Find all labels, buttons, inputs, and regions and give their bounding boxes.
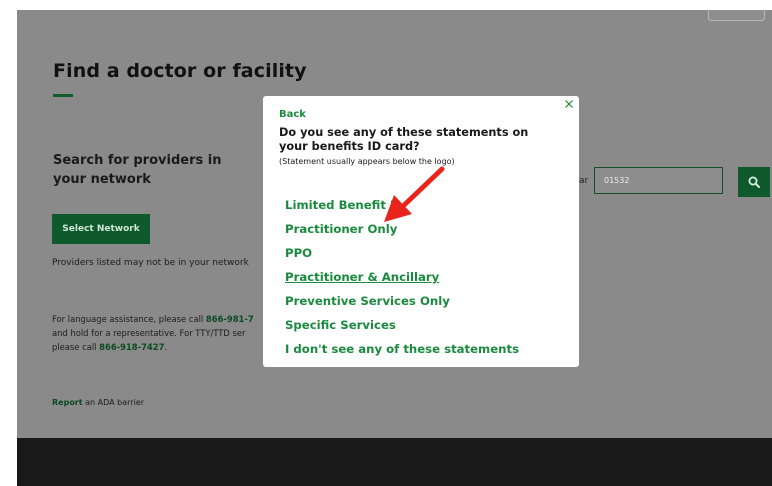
- modal-hint: (Statement usually appears below the log…: [279, 157, 455, 166]
- footer: [17, 438, 772, 486]
- search-heading: Search for providers in your network: [53, 153, 222, 187]
- language-help-line-3: please call 866-918-7427.: [52, 342, 168, 352]
- option-none-of-these[interactable]: I don't see any of these statements: [285, 342, 519, 356]
- ada-barrier-line: Report an ADA barrier: [52, 398, 144, 407]
- magnifier-icon: [748, 176, 760, 188]
- modal-back-link[interactable]: Back: [279, 109, 306, 120]
- select-network-button[interactable]: Select Network: [52, 214, 150, 244]
- tty-phone-link[interactable]: 866-918-7427: [99, 342, 164, 352]
- language-help-line-1: For language assistance, please call 866…: [52, 314, 254, 324]
- language-phone-link[interactable]: 866-981-7: [206, 314, 254, 324]
- network-note: Providers listed may not be in your netw…: [52, 258, 249, 268]
- option-practitioner-only[interactable]: Practitioner Only: [285, 222, 397, 236]
- option-preventive-services-only[interactable]: Preventive Services Only: [285, 294, 450, 308]
- page-title: Find a doctor or facility: [53, 60, 307, 82]
- close-icon: [565, 100, 573, 108]
- option-specific-services[interactable]: Specific Services: [285, 318, 396, 332]
- header-button-partial[interactable]: [708, 10, 765, 21]
- option-practitioner-ancillary[interactable]: Practitioner & Ancillary: [285, 270, 439, 284]
- modal-question: Do you see any of these statements on yo…: [279, 126, 529, 153]
- option-ppo[interactable]: PPO: [285, 246, 312, 260]
- report-ada-link[interactable]: Report: [52, 398, 83, 407]
- search-button[interactable]: [738, 167, 770, 197]
- title-underline: [53, 94, 73, 97]
- modal-close-button[interactable]: [563, 98, 575, 110]
- option-limited-benefit[interactable]: Limited Benefit P: [285, 198, 399, 212]
- language-help-line-2: and hold for a representative. For TTY/T…: [52, 328, 246, 338]
- zip-code-input[interactable]: [594, 167, 723, 194]
- language-help-text: For language assistance, please call 866…: [52, 312, 263, 354]
- zip-label-fragment: ar: [579, 176, 589, 186]
